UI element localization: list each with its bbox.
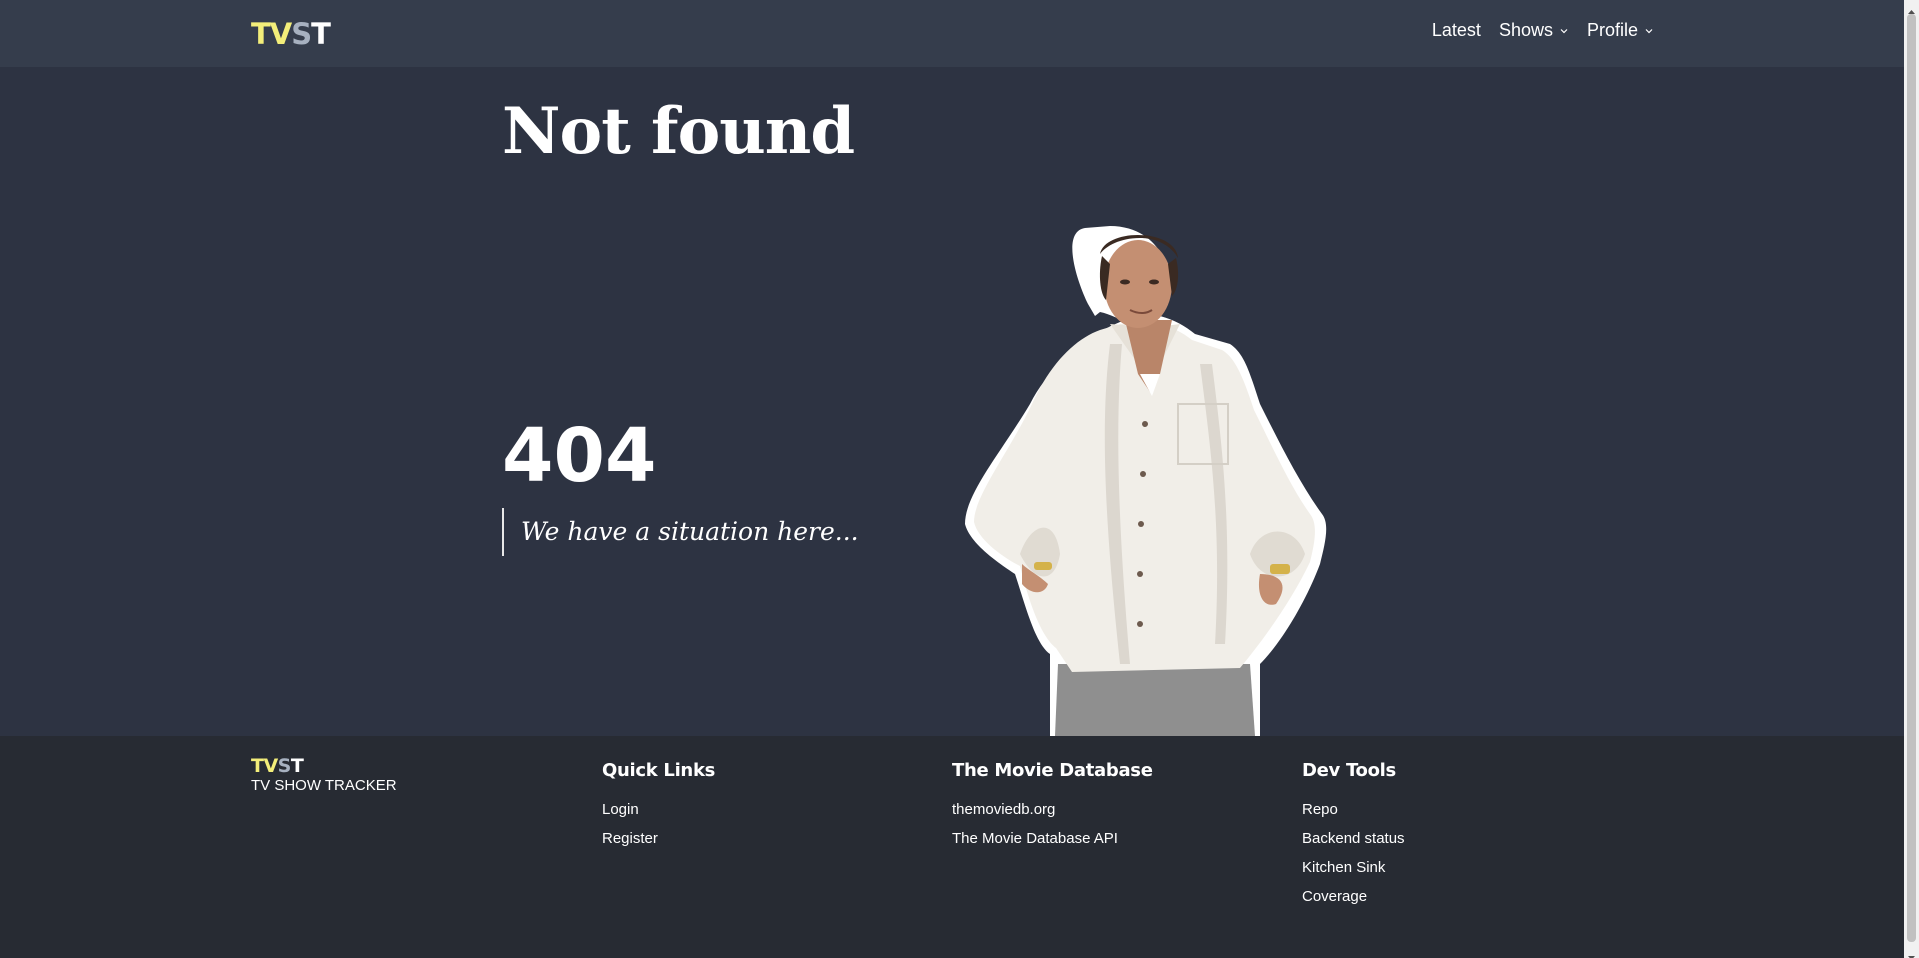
footer-link-repo[interactable]: Repo [1302,795,1405,824]
error-code: 404 [502,413,657,499]
scrollbar-thumb[interactable] [1907,14,1916,942]
footer-link-backend-status[interactable]: Backend status [1302,824,1405,853]
site-footer: TVST TV SHOW TRACKER Quick Links Login R… [0,736,1904,958]
footer-link-kitchen-sink[interactable]: Kitchen Sink [1302,853,1405,882]
footer-column-quick-links: Quick Links Login Register [602,760,715,853]
page-title: Not found [502,94,855,169]
footer-logo[interactable]: TVST [251,756,397,776]
hero-illustration [960,224,1400,736]
site-logo[interactable]: TVST [251,17,331,51]
nav-latest[interactable]: Latest [1432,20,1481,41]
footer-logo-part-tv: TV [251,755,278,777]
scroll-down-arrow-icon[interactable] [1907,947,1916,958]
footer-logo-part-s: S [277,755,292,777]
nav-shows-label: Shows [1498,20,1553,40]
scroll-up-arrow-icon[interactable] [1907,2,1916,14]
logo-part-s: S [291,17,312,51]
footer-column-title: The Movie Database [952,760,1153,781]
footer-link-tmdb-api[interactable]: The Movie Database API [952,824,1153,853]
main-nav: Latest Shows Profile [1432,20,1654,41]
logo-part-t: T [311,17,331,51]
nav-profile-dropdown[interactable]: Profile [1587,20,1654,41]
logo-part-tv: TV [251,17,292,51]
nav-profile-label: Profile [1586,20,1638,40]
nav-latest-label: Latest [1431,20,1481,40]
footer-link-register[interactable]: Register [602,824,715,853]
footer-link-coverage[interactable]: Coverage [1302,882,1405,911]
error-message-quote: We have a situation here... [502,508,859,556]
footer-tagline: TV SHOW TRACKER [251,777,397,794]
nav-shows-dropdown[interactable]: Shows [1499,20,1569,41]
footer-column-dev-tools: Dev Tools Repo Backend status Kitchen Si… [1302,760,1405,911]
footer-logo-part-t: T [290,755,304,777]
footer-column-tmdb: The Movie Database themoviedb.org The Mo… [952,760,1153,853]
page-scrollbar[interactable] [1904,0,1919,958]
footer-column-title: Quick Links [602,760,716,781]
footer-link-login[interactable]: Login [602,795,715,824]
footer-link-themoviedb[interactable]: themoviedb.org [952,795,1153,824]
top-navbar: TVST Latest Shows Profile [0,0,1904,67]
chevron-down-icon [1644,26,1654,36]
footer-column-title: Dev Tools [1302,760,1396,781]
chevron-down-icon [1559,26,1569,36]
footer-brand: TVST TV SHOW TRACKER [251,756,397,794]
